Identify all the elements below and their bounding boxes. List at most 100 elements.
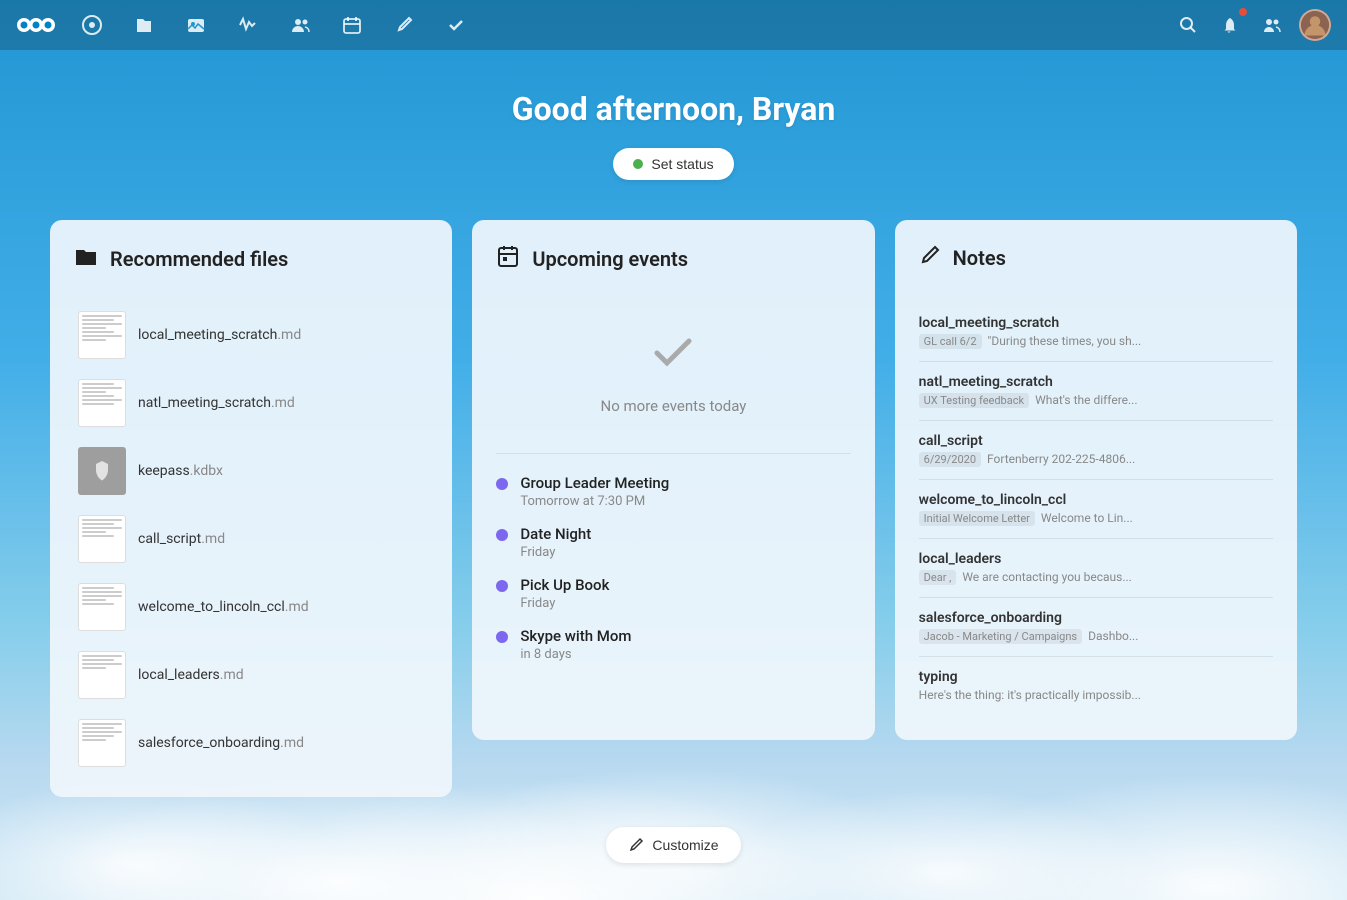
nav-notes[interactable] <box>388 9 420 41</box>
file-thumb-local-meeting <box>78 311 126 359</box>
note-title: typing <box>919 669 1273 685</box>
upcoming-events-card: Upcoming events No more events today Gro… <box>472 220 874 740</box>
note-preview: UX Testing feedback What's the differe..… <box>919 393 1273 408</box>
nav-calendar[interactable] <box>336 9 368 41</box>
nav-files[interactable] <box>128 9 160 41</box>
event-info: Pick Up Book Friday <box>520 576 609 611</box>
event-item[interactable]: Group Leader Meeting Tomorrow at 7:30 PM <box>496 474 850 509</box>
note-title: welcome_to_lincoln_ccl <box>919 492 1273 508</box>
recommended-files-header: Recommended files <box>74 244 428 281</box>
file-name: local_meeting_scratch.md <box>138 327 301 343</box>
event-time: Tomorrow at 7:30 PM <box>520 494 669 509</box>
nav-tasks[interactable] <box>440 9 472 41</box>
note-title: natl_meeting_scratch <box>919 374 1273 390</box>
nextcloud-logo[interactable] <box>16 12 56 38</box>
event-item[interactable]: Date Night Friday <box>496 525 850 560</box>
notification-badge <box>1239 8 1247 16</box>
file-item[interactable]: keepass.kdbx <box>74 441 428 501</box>
file-item[interactable]: welcome_to_lincoln_ccl.md <box>74 577 428 637</box>
note-title: salesforce_onboarding <box>919 610 1273 626</box>
event-item[interactable]: Pick Up Book Friday <box>496 576 850 611</box>
note-title: call_script <box>919 433 1273 449</box>
file-thumb-natl-meeting <box>78 379 126 427</box>
status-dot <box>633 159 643 169</box>
note-item[interactable]: local_leaders Dear , We are contacting y… <box>919 539 1273 598</box>
note-preview: GL call 6/2 "During these times, you sh.… <box>919 334 1273 349</box>
set-status-button[interactable]: Set status <box>613 148 733 180</box>
note-title: local_meeting_scratch <box>919 315 1273 331</box>
recommended-files-title: Recommended files <box>110 247 288 271</box>
file-name: natl_meeting_scratch.md <box>138 395 295 411</box>
folder-icon <box>74 244 98 273</box>
file-item[interactable]: local_leaders.md <box>74 645 428 705</box>
upcoming-events-header: Upcoming events <box>496 244 850 281</box>
file-thumb-welcome <box>78 583 126 631</box>
note-preview: Initial Welcome Letter Welcome to Lin... <box>919 511 1273 526</box>
nav-dashboard[interactable] <box>76 9 108 41</box>
no-events-text: No more events today <box>601 397 747 415</box>
event-item[interactable]: Skype with Mom in 8 days <box>496 627 850 662</box>
note-item[interactable]: salesforce_onboarding Jacob - Marketing … <box>919 598 1273 657</box>
note-preview: Dear , We are contacting you becaus... <box>919 570 1273 585</box>
note-excerpt: Here's the thing: it's practically impos… <box>919 688 1141 702</box>
note-tag: GL call 6/2 <box>919 334 982 349</box>
note-excerpt: "During these times, you sh... <box>988 334 1142 349</box>
note-excerpt: Fortenberry 202-225-4806... <box>987 452 1135 467</box>
notes-title: Notes <box>953 246 1006 270</box>
note-excerpt: What's the differe... <box>1035 393 1137 408</box>
note-tag: Jacob - Marketing / Campaigns <box>919 629 1082 644</box>
navbar <box>0 0 1347 50</box>
greeting: Good afternoon, Bryan <box>512 90 836 128</box>
event-dot <box>496 529 508 541</box>
navbar-left <box>16 9 472 41</box>
notes-header: Notes <box>919 244 1273 279</box>
event-info: Group Leader Meeting Tomorrow at 7:30 PM <box>520 474 669 509</box>
upcoming-events-title: Upcoming events <box>532 247 688 271</box>
event-dot <box>496 580 508 592</box>
event-title: Group Leader Meeting <box>520 474 669 492</box>
file-item[interactable]: natl_meeting_scratch.md <box>74 373 428 433</box>
note-item[interactable]: local_meeting_scratch GL call 6/2 "Durin… <box>919 303 1273 362</box>
nav-activity[interactable] <box>232 9 264 41</box>
events-divider <box>496 453 850 454</box>
note-preview: Jacob - Marketing / Campaigns Dashbo... <box>919 629 1273 644</box>
customize-button[interactable]: Customize <box>606 827 740 863</box>
search-icon[interactable] <box>1173 10 1203 40</box>
note-excerpt: Welcome to Lin... <box>1041 511 1133 526</box>
customize-icon <box>628 837 644 853</box>
file-name: call_script.md <box>138 531 225 547</box>
event-dot <box>496 478 508 490</box>
event-title: Skype with Mom <box>520 627 631 645</box>
checkmark-icon <box>647 325 699 389</box>
contacts-menu-icon[interactable] <box>1257 10 1287 40</box>
set-status-label: Set status <box>651 156 713 172</box>
note-item[interactable]: call_script 6/29/2020 Fortenberry 202-22… <box>919 421 1273 480</box>
main-content: Good afternoon, Bryan Set status Recomme… <box>0 50 1347 863</box>
navbar-right <box>1173 9 1331 41</box>
no-events-section: No more events today <box>496 305 850 445</box>
note-excerpt: Dashbo... <box>1088 629 1138 644</box>
notes-card: Notes local_meeting_scratch GL call 6/2 … <box>895 220 1297 740</box>
nav-photos[interactable] <box>180 9 212 41</box>
file-item[interactable]: call_script.md <box>74 509 428 569</box>
note-tag: Initial Welcome Letter <box>919 511 1035 526</box>
nav-contacts[interactable] <box>284 9 316 41</box>
event-title: Date Night <box>520 525 591 543</box>
file-list: local_meeting_scratch.md natl_meeting_sc… <box>74 305 428 773</box>
notifications-icon[interactable] <box>1215 10 1245 40</box>
file-name: local_leaders.md <box>138 667 244 683</box>
event-time: Friday <box>520 545 591 560</box>
event-time: in 8 days <box>520 647 631 662</box>
customize-label: Customize <box>652 837 718 853</box>
file-item[interactable]: local_meeting_scratch.md <box>74 305 428 365</box>
note-item[interactable]: welcome_to_lincoln_ccl Initial Welcome L… <box>919 480 1273 539</box>
note-title: local_leaders <box>919 551 1273 567</box>
note-item[interactable]: natl_meeting_scratch UX Testing feedback… <box>919 362 1273 421</box>
pencil-icon <box>919 244 941 271</box>
note-item[interactable]: typing Here's the thing: it's practicall… <box>919 657 1273 714</box>
avatar[interactable] <box>1299 9 1331 41</box>
file-item[interactable]: salesforce_onboarding.md <box>74 713 428 773</box>
event-list: Group Leader Meeting Tomorrow at 7:30 PM… <box>496 474 850 662</box>
note-tag: UX Testing feedback <box>919 393 1029 408</box>
event-title: Pick Up Book <box>520 576 609 594</box>
